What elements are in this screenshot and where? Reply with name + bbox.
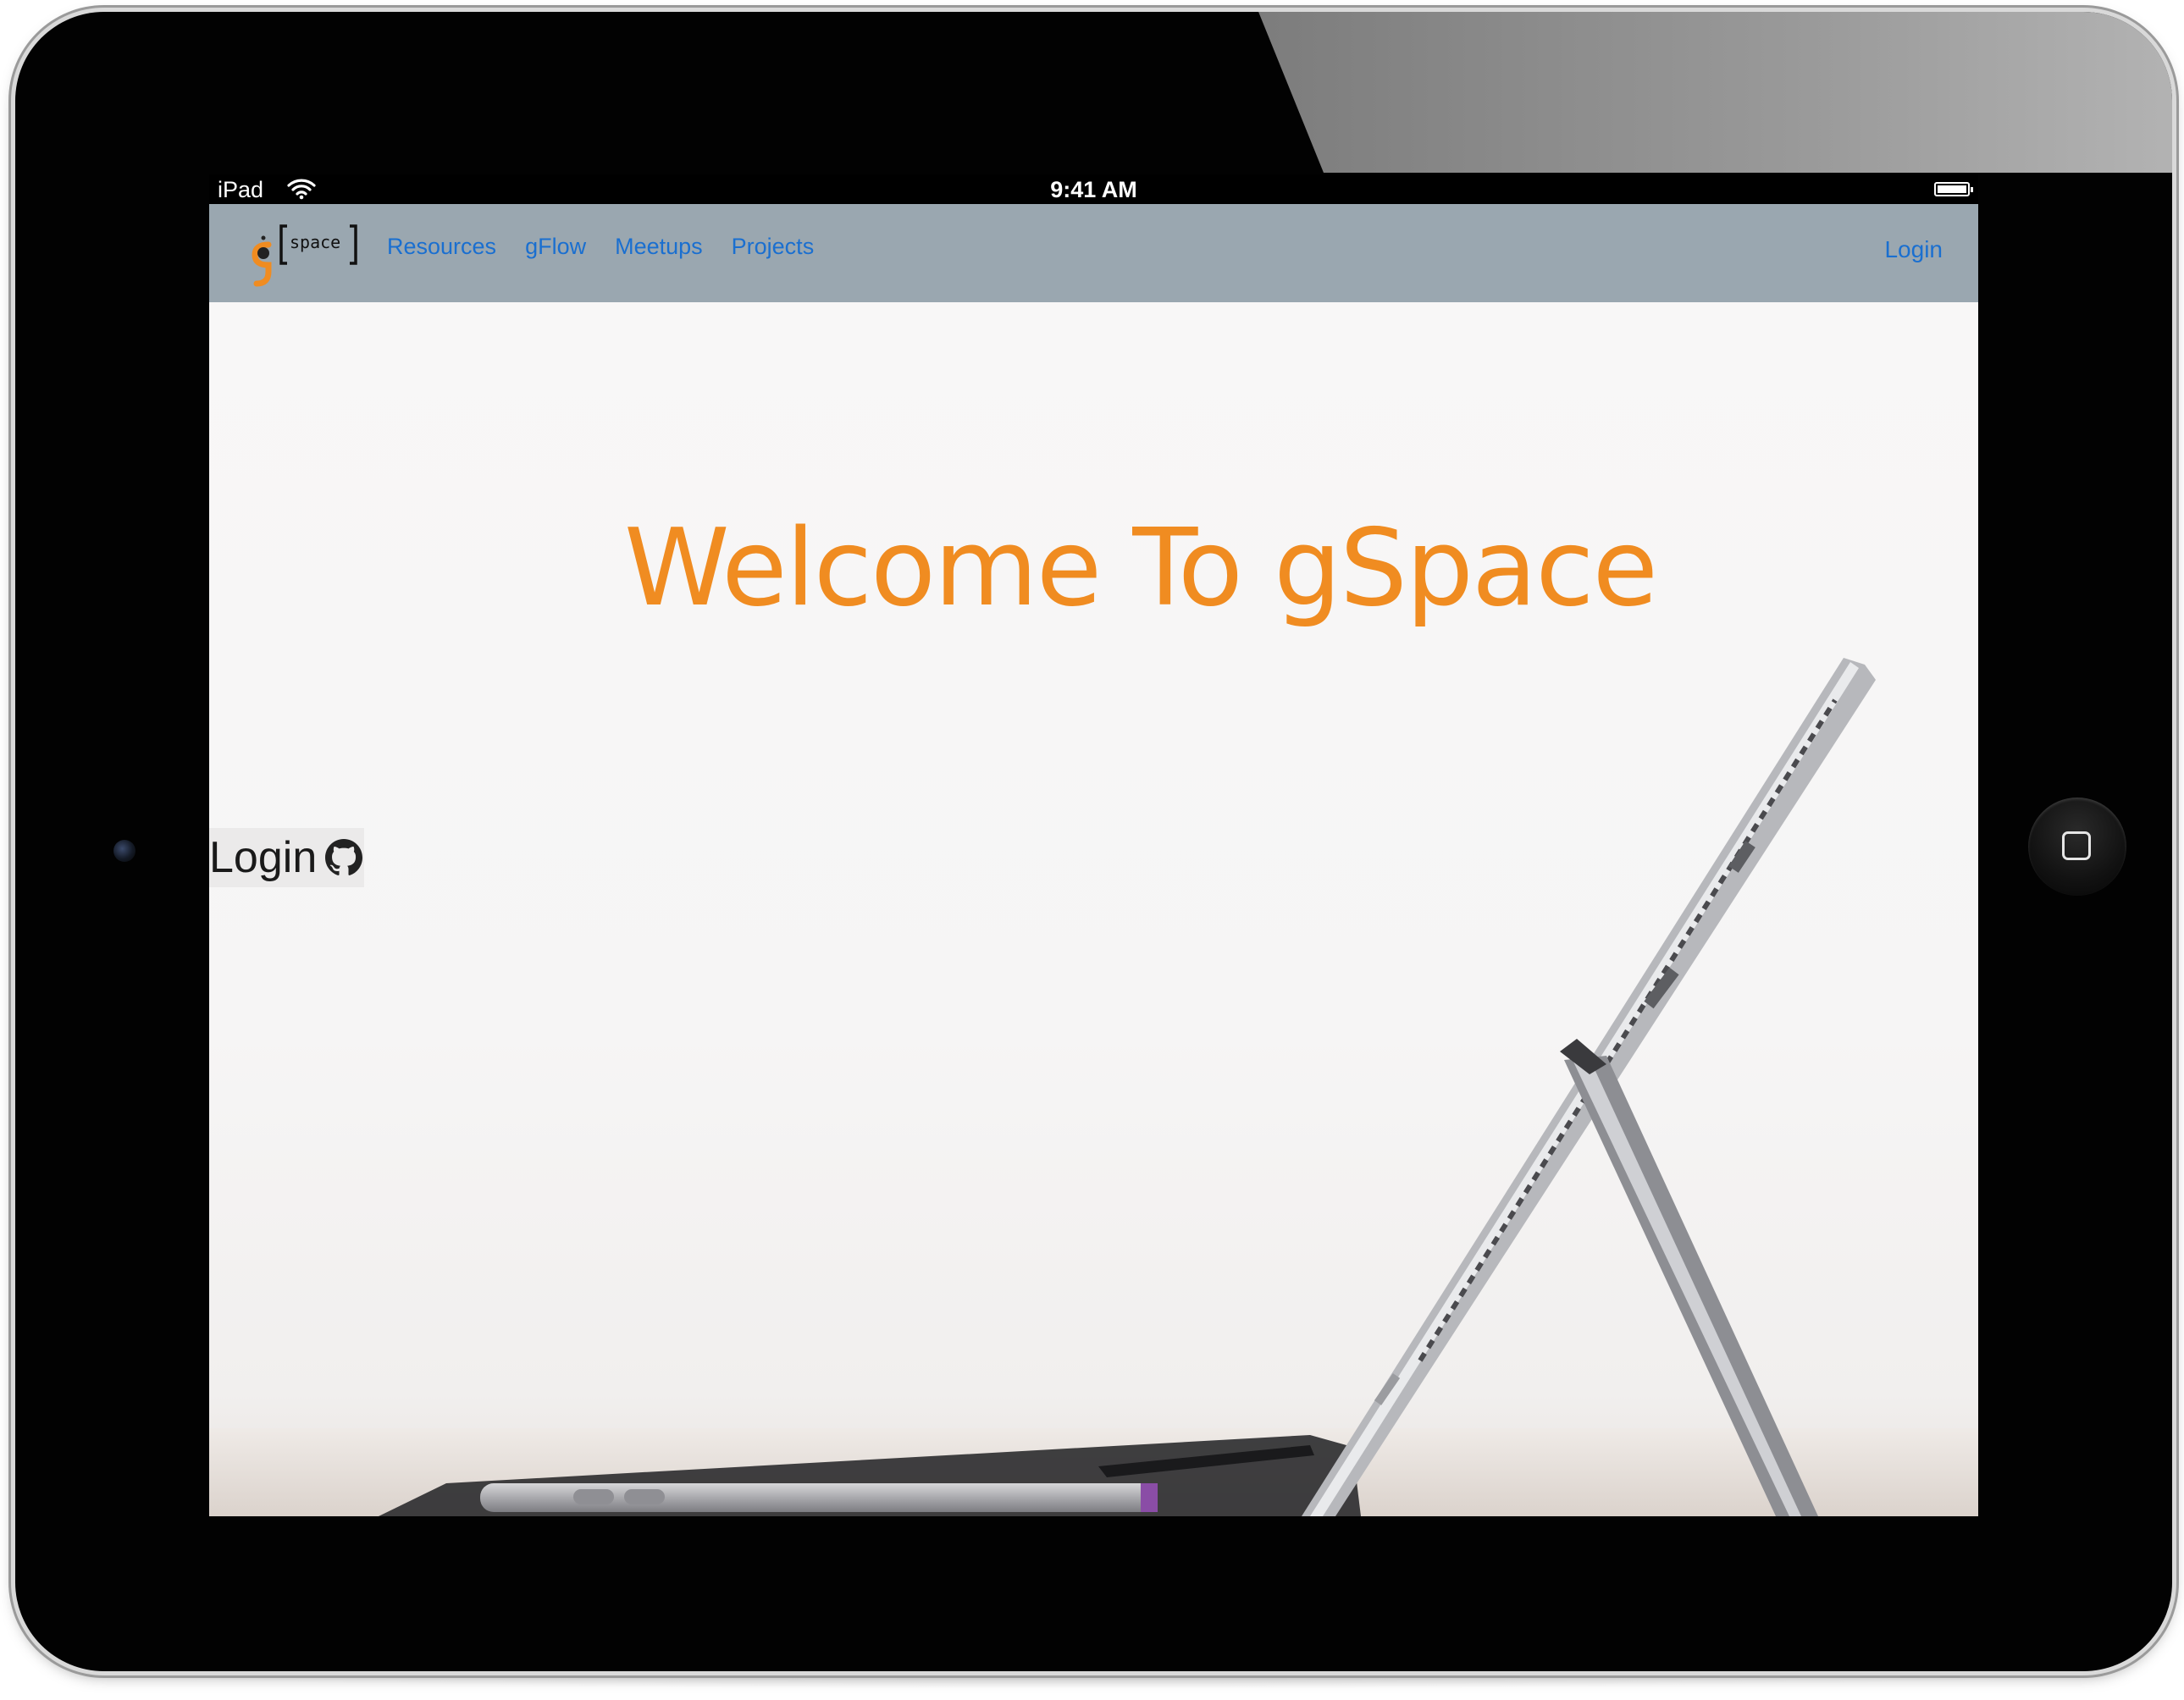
nav-login-link[interactable]: Login xyxy=(1884,236,1943,263)
battery-icon xyxy=(1934,182,1973,196)
camera-icon xyxy=(113,840,135,862)
hero-section: Welcome To gSpace Login xyxy=(209,302,1978,1516)
github-icon xyxy=(325,839,363,875)
logo-text: space xyxy=(290,232,340,252)
nav-links: Resources gFlow Meetups Projects xyxy=(387,204,814,289)
status-bar: iPad 9:41 AM xyxy=(209,174,1978,204)
hero-title: Welcome To gSpace xyxy=(623,505,1658,630)
screen: iPad 9:41 AM space Resources gFlow Meetu… xyxy=(209,174,1978,1516)
nav-link-meetups[interactable]: Meetups xyxy=(615,234,703,260)
bezel-glare xyxy=(1252,12,2172,173)
nav-link-projects[interactable]: Projects xyxy=(732,234,815,260)
github-login-button[interactable]: Login xyxy=(209,828,365,887)
hero-background-image xyxy=(209,658,1978,1516)
login-button-label: Login xyxy=(209,833,318,882)
home-button[interactable] xyxy=(2028,798,2126,896)
nav-link-resources[interactable]: Resources xyxy=(387,234,496,260)
navbar: space Resources gFlow Meetups Projects L… xyxy=(209,204,1978,302)
page: iPad 9:41 AM space Resources gFlow Meetu… xyxy=(0,0,2184,1700)
nav-link-gflow[interactable]: gFlow xyxy=(525,234,586,260)
status-time: 9:41 AM xyxy=(1050,177,1137,202)
home-square-icon xyxy=(2062,831,2091,860)
ipad-frame: iPad 9:41 AM space Resources gFlow Meetu… xyxy=(15,12,2172,1671)
gspace-logo[interactable]: space xyxy=(243,212,362,290)
